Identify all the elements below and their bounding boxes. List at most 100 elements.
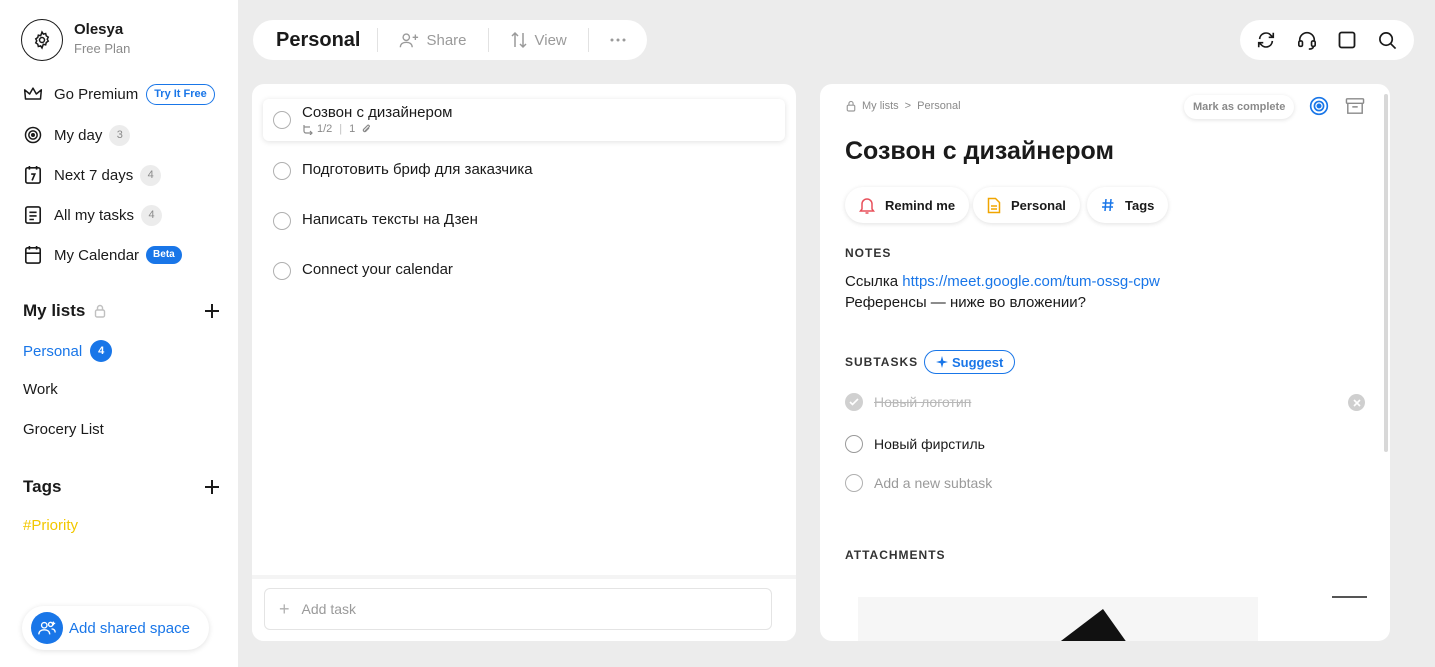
share-button[interactable]: Share	[378, 28, 489, 52]
sync-icon[interactable]	[1251, 25, 1281, 55]
remind-me-chip[interactable]: Remind me	[845, 187, 970, 223]
task-checkbox[interactable]	[273, 162, 291, 180]
view-button[interactable]: View	[489, 28, 589, 52]
breadcrumb-root[interactable]: My lists	[862, 100, 899, 112]
list-title: Personal	[253, 28, 379, 52]
my-lists-label: My lists	[23, 301, 86, 320]
nav-all-tasks[interactable]: All my tasks 4	[23, 203, 163, 227]
profile-name: Olesya	[74, 21, 124, 38]
task-title: Созвон с дизайнером	[302, 104, 453, 121]
nav-my-day[interactable]: My day 3	[23, 123, 131, 147]
add-shared-space-label: Add shared space	[69, 619, 190, 637]
subtask-icon	[303, 124, 313, 135]
attachment-count: 1	[349, 123, 356, 135]
try-free-button[interactable]: Try It Free	[146, 83, 215, 105]
breadcrumb: My lists > Personal	[846, 100, 961, 112]
subtask-title: Новый фирстиль	[874, 436, 985, 452]
profile[interactable]: Olesya Free Plan	[21, 19, 130, 61]
add-tag-button[interactable]	[202, 477, 222, 497]
task-checkbox[interactable]	[273, 111, 291, 129]
nav-my-calendar[interactable]: My Calendar Beta	[23, 243, 182, 267]
task-meta: 1/2 | 1	[302, 123, 453, 135]
add-subtask-placeholder: Add a new subtask	[874, 475, 993, 491]
nav-next-7-days[interactable]: Next 7 days 4	[23, 163, 162, 187]
detail-scrollbar[interactable]	[1384, 94, 1388, 452]
add-task-placeholder: Add task	[301, 601, 356, 617]
headset-icon[interactable]	[1292, 25, 1322, 55]
task-item[interactable]: Созвон с дизайнером 1/2 | 1	[263, 99, 785, 141]
list-chip-label: Personal	[1011, 197, 1066, 213]
square-icon[interactable]	[1332, 25, 1362, 55]
search-icon[interactable]	[1373, 25, 1403, 55]
nav-next-7-days-label: Next 7 days	[54, 166, 134, 184]
task-item[interactable]: Подготовить бриф для заказчика	[263, 150, 785, 192]
list-count-badge: 4	[90, 340, 113, 362]
target-icon[interactable]	[1309, 96, 1329, 121]
lock-icon	[846, 100, 856, 112]
add-list-button[interactable]	[202, 301, 222, 321]
task-detail-panel: My lists > Personal Mark as complete Соз…	[820, 84, 1390, 641]
task-title: Connect your calendar	[302, 261, 453, 278]
task-item[interactable]: Connect your calendar	[263, 250, 785, 292]
add-shared-space-button[interactable]: Add shared space	[22, 606, 209, 650]
task-checkbox[interactable]	[273, 212, 291, 230]
calendar-7-icon	[23, 165, 43, 185]
beta-badge: Beta	[146, 246, 182, 264]
notes-link[interactable]: https://meet.google.com/tum-ossg-cpw	[902, 273, 1160, 290]
subtasks-label: SUBTASKS	[845, 355, 919, 369]
gear-icon[interactable]	[21, 19, 63, 61]
sparkle-icon	[936, 356, 948, 368]
nav-all-tasks-label: All my tasks	[54, 206, 135, 224]
sidebar: Olesya Free Plan Go Premium Try It Free …	[0, 0, 238, 667]
share-label: Share	[426, 31, 467, 49]
list-item-label: Grocery List	[23, 421, 104, 438]
sort-icon	[510, 31, 527, 49]
close-icon[interactable]	[1348, 394, 1365, 411]
list-item-grocery[interactable]: Grocery List	[23, 421, 104, 438]
subtask-item[interactable]: Новый логотип	[845, 393, 971, 411]
list-item-label: Personal	[23, 342, 83, 360]
view-label: View	[534, 31, 567, 49]
tags-chip[interactable]: Tags	[1087, 187, 1169, 223]
nav-go-premium[interactable]: Go Premium Try It Free	[23, 82, 215, 106]
next7-count: 4	[140, 164, 162, 186]
nav-go-premium-label: Go Premium	[54, 85, 139, 103]
tags-label: Tags	[23, 477, 62, 496]
add-subtask-input[interactable]: Add a new subtask	[845, 474, 992, 492]
subtask-checkbox[interactable]	[845, 435, 863, 453]
more-button[interactable]	[589, 28, 647, 52]
tag-label: #Priority	[23, 517, 79, 534]
list-chip[interactable]: Personal	[973, 187, 1080, 223]
suggest-label: Suggest	[952, 354, 1004, 370]
notes-field[interactable]: Ссылка https://meet.google.com/tum-ossg-…	[845, 271, 1160, 313]
breadcrumb-separator: >	[904, 100, 912, 112]
attachment-thumbnail[interactable]	[858, 597, 1258, 641]
mark-complete-button[interactable]: Mark as complete	[1184, 95, 1295, 119]
people-icon	[31, 612, 63, 644]
nav-my-calendar-label: My Calendar	[54, 246, 140, 264]
list-item-work[interactable]: Work	[23, 381, 58, 398]
archive-icon[interactable]	[1345, 97, 1365, 120]
subtask-item[interactable]: Новый фирстиль	[845, 435, 985, 453]
list-toolbar: Personal Share View	[253, 20, 647, 60]
bell-icon	[859, 197, 875, 214]
task-detail-title[interactable]: Созвон с дизайнером	[845, 137, 1114, 166]
calendar-icon	[23, 245, 43, 265]
add-task-input[interactable]: + Add task	[264, 588, 772, 630]
list-item-personal[interactable]: Personal 4	[23, 340, 113, 362]
subtask-checkbox[interactable]	[845, 393, 863, 411]
task-title: Написать тексты на Дзен	[302, 211, 478, 228]
subtask-checkbox	[845, 474, 863, 492]
tags-heading: Tags	[23, 477, 61, 497]
tag-item-priority[interactable]: #Priority	[23, 517, 78, 534]
plus-icon: +	[279, 598, 290, 619]
profile-plan: Free Plan	[74, 41, 131, 56]
suggest-button[interactable]: Suggest	[924, 350, 1016, 374]
crown-icon	[23, 84, 43, 104]
task-checkbox[interactable]	[273, 262, 291, 280]
breadcrumb-list[interactable]: Personal	[917, 100, 960, 112]
task-item[interactable]: Написать тексты на Дзен	[263, 200, 785, 242]
add-user-icon	[400, 33, 419, 48]
task-list-panel: Созвон с дизайнером 1/2 | 1 Подготовить …	[252, 84, 796, 641]
paperclip-icon	[363, 124, 371, 133]
